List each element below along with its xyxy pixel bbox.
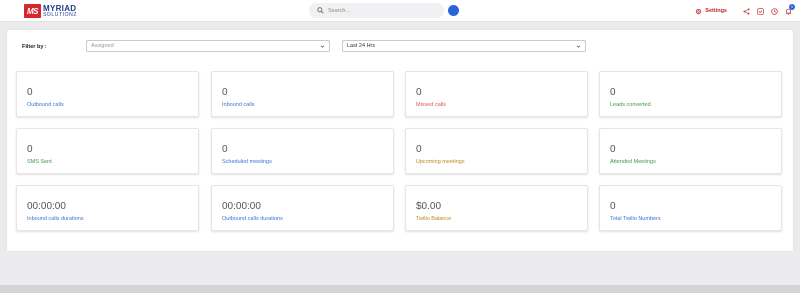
settings-label: Settings xyxy=(705,8,727,14)
search-icon xyxy=(317,7,324,14)
notifications-button[interactable]: 1 xyxy=(785,3,795,15)
stat-card-leads-converted[interactable]: 0 Leads converted xyxy=(599,71,782,117)
stat-card-outbound-durations[interactable]: 00:00:00 Outbound calls durations xyxy=(211,185,394,231)
stat-label: Scheduled meetings xyxy=(222,159,272,165)
avatar[interactable] xyxy=(448,5,459,16)
stat-card-outbound-calls[interactable]: 0 Outbound calls xyxy=(16,71,199,117)
brand-logo[interactable]: MS MYRIAD SOLUTIONZ xyxy=(24,3,77,19)
stat-value: 00:00:00 xyxy=(222,201,261,212)
stat-label: Outbound calls durations xyxy=(222,216,283,222)
search-input[interactable] xyxy=(328,7,438,14)
dashboard-panel: Filter by : Assigned Last 24 Hrs 0 Outbo… xyxy=(7,30,793,251)
top-navbar: MS MYRIAD SOLUTIONZ Settings 1 xyxy=(0,0,800,22)
stat-value: 0 xyxy=(27,87,33,98)
stat-label: Missed calls xyxy=(416,102,446,108)
stat-label: Attended Meetings xyxy=(610,159,656,165)
stat-label: SMS Sent xyxy=(27,159,52,165)
settings-button[interactable]: Settings xyxy=(695,8,727,15)
tasks-button[interactable] xyxy=(757,7,764,15)
bottom-strip xyxy=(0,285,800,293)
stat-value: 0 xyxy=(27,144,33,155)
stat-label: Inbound calls xyxy=(222,102,255,108)
stat-value: 00:00:00 xyxy=(27,201,66,212)
stat-card-sms-sent[interactable]: 0 SMS Sent xyxy=(16,128,199,174)
stat-label: Leads converted xyxy=(610,102,651,108)
share-button[interactable] xyxy=(743,7,750,15)
logo-line-2: SOLUTIONZ xyxy=(43,11,78,18)
search-bar[interactable] xyxy=(309,3,444,18)
assigned-select-value: Assigned xyxy=(91,43,114,49)
checklist-icon xyxy=(757,7,764,15)
clock-icon xyxy=(771,7,778,15)
chevron-down-icon xyxy=(320,45,325,48)
stat-card-scheduled-meetings[interactable]: 0 Scheduled meetings xyxy=(211,128,394,174)
stat-label: Upcoming meetings xyxy=(416,159,465,165)
stat-label: Twilio Balance xyxy=(416,216,452,222)
stat-value: 0 xyxy=(416,144,422,155)
assigned-select[interactable]: Assigned xyxy=(86,40,330,52)
stat-card-missed-calls[interactable]: 0 Missed calls xyxy=(405,71,588,117)
stat-card-inbound-durations[interactable]: 00:00:00 Inbound calls durations xyxy=(16,185,199,231)
stat-value: $0.00 xyxy=(416,201,442,212)
logo-mark: MS xyxy=(24,4,41,18)
stat-value: 0 xyxy=(416,87,422,98)
header-toolbar: Settings 1 xyxy=(695,0,795,22)
share-icon xyxy=(743,7,750,15)
time-range-value: Last 24 Hrs xyxy=(347,43,376,49)
stat-card-attended-meetings[interactable]: 0 Attended Meetings xyxy=(599,128,782,174)
chevron-down-icon xyxy=(576,45,581,48)
stat-card-twilio-numbers[interactable]: 0 Total Twilio Numbers xyxy=(599,185,782,231)
gear-icon xyxy=(696,8,702,14)
logo-text: MYRIAD SOLUTIONZ xyxy=(43,4,78,18)
filter-label: Filter by : xyxy=(22,44,47,50)
stat-label: Outbound calls xyxy=(27,102,64,108)
stat-value: 0 xyxy=(610,201,616,212)
stat-label: Total Twilio Numbers xyxy=(610,216,661,222)
stat-label: Inbound calls durations xyxy=(27,216,84,222)
stat-card-inbound-calls[interactable]: 0 Inbound calls xyxy=(211,71,394,117)
time-range-select[interactable]: Last 24 Hrs xyxy=(342,40,586,52)
notification-badge: 1 xyxy=(789,3,795,10)
stat-value: 0 xyxy=(222,87,228,98)
stat-value: 0 xyxy=(610,144,616,155)
history-button[interactable] xyxy=(771,7,778,15)
stat-card-twilio-balance[interactable]: $0.00 Twilio Balance xyxy=(405,185,588,231)
stat-value: 0 xyxy=(222,144,228,155)
stat-card-upcoming-meetings[interactable]: 0 Upcoming meetings xyxy=(405,128,588,174)
stat-value: 0 xyxy=(610,87,616,98)
